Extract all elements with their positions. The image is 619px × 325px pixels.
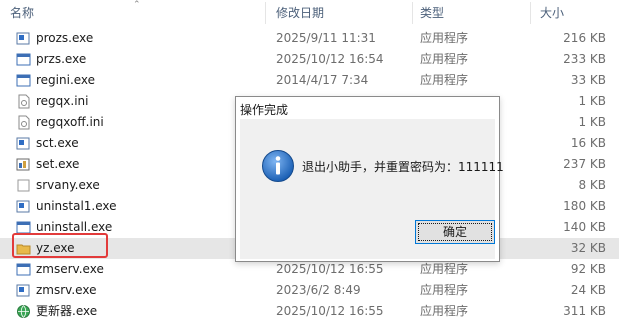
dialog-title: 操作完成	[240, 103, 289, 117]
file-name: set.exe	[36, 157, 80, 171]
file-name: regqx.ini	[36, 94, 89, 108]
settings-exe-icon	[16, 158, 30, 171]
file-name: srvany.exe	[36, 178, 100, 192]
file-name: regini.exe	[36, 73, 96, 87]
file-type: 应用程序	[420, 31, 469, 45]
file-row[interactable]: prozs.exe 2025/9/11 11:31 应用程序 216 KB	[0, 28, 619, 49]
file-size: 311 KB	[563, 304, 606, 318]
column-name[interactable]: 名称	[10, 0, 34, 26]
blue-square-exe-icon	[16, 284, 30, 297]
dialog-title-bar[interactable]: 操作完成	[236, 97, 499, 119]
file-type: 应用程序	[420, 304, 469, 318]
file-size: 1 KB	[578, 115, 606, 129]
ini-settings-icon	[18, 94, 30, 109]
window-app-icon	[16, 263, 31, 276]
file-name: regqxoff.ini	[36, 115, 104, 129]
dialog-footer: 确定	[240, 215, 495, 259]
file-size: 216 KB	[563, 31, 606, 45]
file-name: 更新器.exe	[36, 304, 98, 318]
file-size: 33 KB	[570, 73, 606, 87]
file-type: 应用程序	[420, 52, 469, 66]
file-size: 16 KB	[570, 136, 606, 150]
column-divider[interactable]	[412, 2, 413, 24]
file-row[interactable]: zmserv.exe 2025/10/12 16:55 应用程序 92 KB	[0, 259, 619, 280]
column-divider[interactable]	[530, 2, 531, 24]
blue-square-exe-icon	[16, 200, 30, 213]
file-size: 32 KB	[570, 241, 606, 255]
file-name: sct.exe	[36, 136, 79, 150]
ini-settings-icon	[18, 115, 30, 130]
file-name: zmsrv.exe	[36, 283, 97, 297]
column-date[interactable]: 修改日期	[276, 0, 324, 26]
file-row[interactable]: zmsrv.exe 2023/6/2 8:49 应用程序 24 KB	[0, 280, 619, 301]
file-row[interactable]: regini.exe 2014/4/17 7:34 应用程序 33 KB	[0, 70, 619, 91]
file-date: 2025/10/12 16:55	[276, 304, 384, 318]
file-type: 应用程序	[420, 73, 469, 87]
file-size: 180 KB	[563, 199, 606, 213]
blue-square-exe-icon	[16, 32, 30, 45]
info-icon	[262, 150, 294, 182]
file-size: 237 KB	[563, 157, 606, 171]
sort-arrow-icon: ⌃	[133, 0, 141, 10]
dialog-message: 退出小助手，并重置密码为：111111	[302, 160, 504, 174]
column-size[interactable]: 大小	[540, 0, 564, 26]
blue-square-exe-icon	[16, 137, 30, 150]
file-name: uninstal1.exe	[36, 199, 117, 213]
file-size: 24 KB	[570, 283, 606, 297]
file-size: 140 KB	[563, 220, 606, 234]
window-app-icon	[16, 53, 31, 66]
file-size: 8 KB	[578, 178, 606, 192]
file-type: 应用程序	[420, 283, 469, 297]
ok-button[interactable]: 确定	[415, 220, 495, 244]
file-row[interactable]: 更新器.exe 2025/10/12 16:55 应用程序 311 KB	[0, 301, 619, 322]
file-size: 233 KB	[563, 52, 606, 66]
file-type: 应用程序	[420, 262, 469, 276]
file-row[interactable]: przs.exe 2025/10/12 16:54 应用程序 233 KB	[0, 49, 619, 70]
highlight-annotation	[12, 233, 108, 258]
file-name: zmserv.exe	[36, 262, 104, 276]
file-date: 2025/10/12 16:55	[276, 262, 384, 276]
window-app-icon	[16, 74, 31, 87]
globe-exe-icon	[17, 305, 30, 318]
file-date: 2023/6/2 8:49	[276, 283, 361, 297]
column-type[interactable]: 类型	[420, 0, 444, 26]
file-name: prozs.exe	[36, 31, 94, 45]
file-date: 2025/10/12 16:54	[276, 52, 384, 66]
blank-exe-icon	[17, 179, 30, 192]
message-dialog: 操作完成 退出小助手，并重置密码为：111111 确定	[235, 96, 504, 262]
column-divider[interactable]	[265, 2, 266, 24]
file-name: przs.exe	[36, 52, 87, 66]
dialog-body: 退出小助手，并重置密码为：111111	[240, 119, 504, 215]
file-size: 92 KB	[570, 262, 606, 276]
file-size: 1 KB	[578, 94, 606, 108]
column-header: ⌃ 名称 修改日期 类型 大小	[0, 0, 619, 26]
file-date: 2014/4/17 7:34	[276, 73, 369, 87]
file-date: 2025/9/11 11:31	[276, 31, 376, 45]
